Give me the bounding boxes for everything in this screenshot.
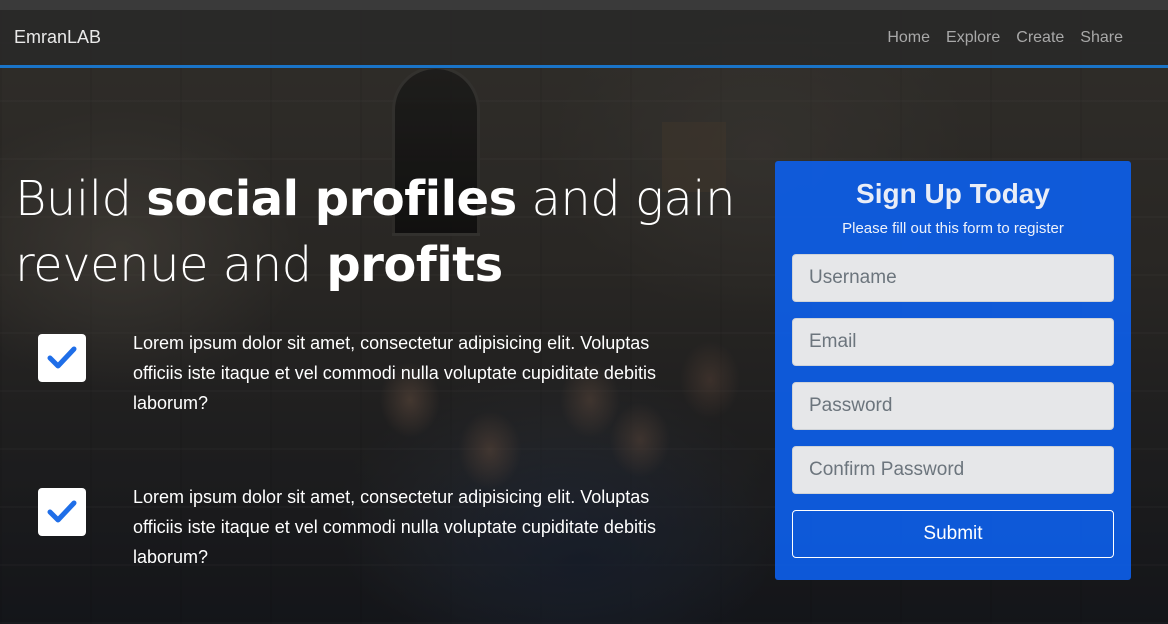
nav-link-home[interactable]: Home xyxy=(887,29,930,47)
check-icon xyxy=(38,334,86,382)
submit-button[interactable]: Submit xyxy=(792,510,1114,558)
signup-card: Sign Up Today Please fill out this form … xyxy=(775,161,1131,580)
headline-bold-2: profits xyxy=(326,237,503,293)
signup-subtitle: Please fill out this form to register xyxy=(842,220,1064,237)
navbar: EmranLAB Home Explore Create Share xyxy=(0,10,1168,68)
headline-part-1: Build xyxy=(15,171,147,227)
nav-link-create[interactable]: Create xyxy=(1016,29,1064,47)
username-field[interactable] xyxy=(792,254,1114,302)
feature-text: Lorem ipsum dolor sit amet, consectetur … xyxy=(133,487,656,567)
email-field[interactable] xyxy=(792,318,1114,366)
signup-title: Sign Up Today xyxy=(856,178,1050,209)
confirm-password-field[interactable] xyxy=(792,446,1114,494)
headline-bold-1: social profiles xyxy=(146,171,517,227)
nav-link-explore[interactable]: Explore xyxy=(946,29,1000,47)
feature-text: Lorem ipsum dolor sit amet, consectetur … xyxy=(133,333,656,413)
password-field[interactable] xyxy=(792,382,1114,430)
brand-logo[interactable]: EmranLAB xyxy=(14,27,101,48)
hero-headline: Build social profiles and gain revenue a… xyxy=(15,166,735,298)
browser-top-strip xyxy=(0,0,1168,10)
check-icon xyxy=(38,488,86,536)
nav-links: Home Explore Create Share xyxy=(887,29,1123,47)
nav-link-share[interactable]: Share xyxy=(1080,29,1123,47)
